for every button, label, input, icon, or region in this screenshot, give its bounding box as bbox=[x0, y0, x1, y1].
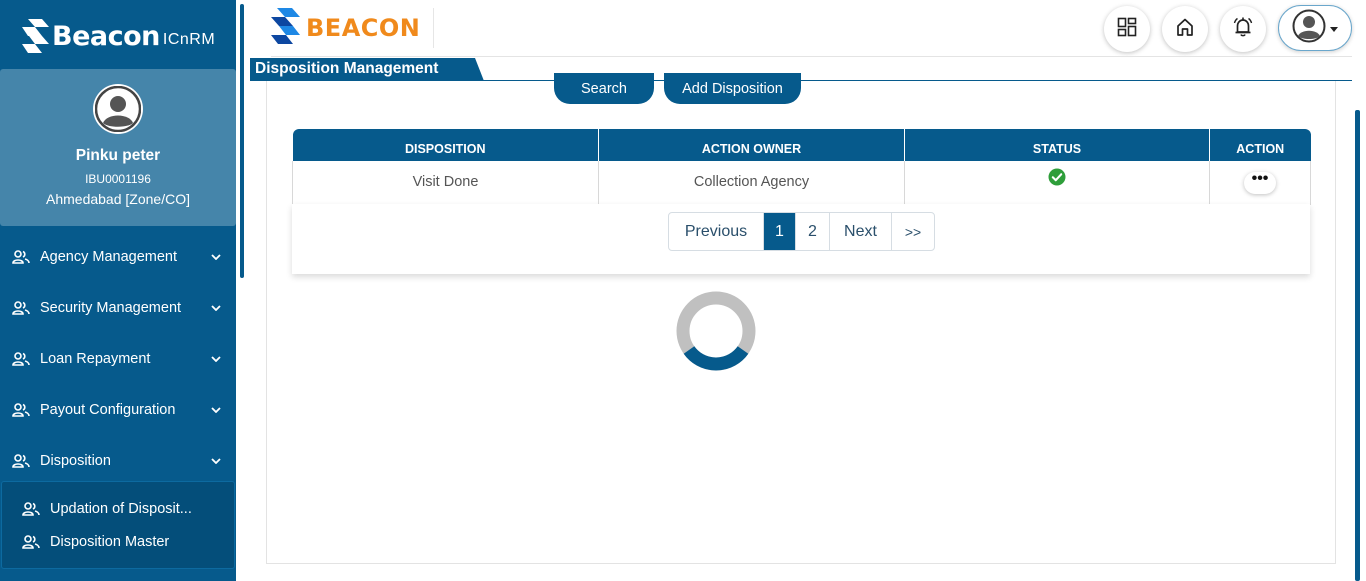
home-icon bbox=[1175, 17, 1195, 42]
header-logo[interactable]: BEACON bbox=[271, 7, 421, 49]
sidebar-item-label: Loan Repayment bbox=[40, 350, 151, 367]
sidebar-item-loan-repayment[interactable]: Loan Repayment bbox=[0, 333, 236, 384]
sidebar-nav: Agency Management Security Management Lo… bbox=[0, 231, 236, 486]
sidebar-item-label: Agency Management bbox=[40, 248, 178, 265]
pagination: Previous 1 2 Next >> bbox=[668, 212, 935, 251]
sidebar-item-label: Payout Configuration bbox=[40, 401, 176, 418]
sidebar-subitem-label: Updation of Disposit... bbox=[50, 500, 192, 517]
users-icon bbox=[12, 453, 30, 469]
notifications-button[interactable] bbox=[1220, 6, 1266, 52]
user-avatar-icon bbox=[95, 86, 141, 132]
brand-name: Beacon bbox=[52, 20, 160, 52]
page-title: Disposition Management bbox=[250, 58, 484, 81]
header-divider bbox=[433, 8, 434, 48]
sidebar-item-security-management[interactable]: Security Management bbox=[0, 282, 236, 333]
logo-text: BEACON bbox=[306, 14, 421, 42]
users-icon bbox=[22, 501, 40, 517]
sidebar-item-label: Disposition bbox=[40, 452, 111, 469]
search-button[interactable]: Search bbox=[554, 73, 654, 104]
pagination-next[interactable]: Next bbox=[829, 213, 891, 250]
sidebar-item-payout-configuration[interactable]: Payout Configuration bbox=[0, 384, 236, 435]
chevron-down-icon bbox=[210, 304, 222, 311]
spinner-icon bbox=[676, 291, 756, 371]
dashboard-icon bbox=[1117, 17, 1137, 42]
dashboard-button[interactable] bbox=[1104, 6, 1150, 52]
main-scrollbar[interactable] bbox=[1355, 110, 1360, 581]
users-icon bbox=[12, 300, 30, 316]
users-icon bbox=[12, 351, 30, 367]
sidebar-subitem-label: Disposition Master bbox=[50, 533, 170, 550]
sidebar-subitem-updation-of-disposition[interactable]: Updation of Disposit... bbox=[2, 492, 234, 525]
more-actions-button[interactable]: ••• bbox=[1244, 170, 1276, 194]
user-name: Pinku peter bbox=[75, 147, 161, 164]
pagination-page-2[interactable]: 2 bbox=[795, 213, 829, 250]
pagination-previous[interactable]: Previous bbox=[669, 213, 763, 250]
users-icon bbox=[12, 249, 30, 265]
users-icon bbox=[12, 402, 30, 418]
column-header-action-owner[interactable]: ACTION OWNER bbox=[598, 129, 905, 161]
beacon-logo-icon bbox=[22, 19, 50, 53]
sidebar: Beacon ICnRM Pinku peter IBU0001196 Ahme… bbox=[0, 0, 236, 581]
column-header-status[interactable]: STATUS bbox=[904, 129, 1210, 161]
disposition-submenu: Updation of Disposit... Disposition Mast… bbox=[1, 481, 235, 569]
sidebar-item-disposition[interactable]: Disposition bbox=[0, 435, 236, 486]
home-button[interactable] bbox=[1162, 6, 1208, 52]
chevron-down-icon bbox=[210, 253, 222, 260]
sidebar-brand[interactable]: Beacon ICnRM bbox=[22, 16, 215, 56]
chevron-down-icon bbox=[210, 457, 222, 464]
sidebar-scrollbar[interactable] bbox=[240, 4, 244, 278]
pagination-last[interactable]: >> bbox=[891, 213, 934, 250]
table-row: Visit Done Collection Agency ••• bbox=[292, 161, 1311, 205]
user-avatar-icon bbox=[1292, 9, 1326, 48]
brand-subtitle: ICnRM bbox=[162, 31, 216, 48]
sidebar-item-label: Security Management bbox=[40, 299, 182, 316]
sidebar-item-agency-management[interactable]: Agency Management bbox=[0, 231, 236, 282]
column-header-action[interactable]: ACTION bbox=[1209, 129, 1311, 161]
chevron-down-icon bbox=[210, 355, 222, 362]
chevron-down-icon bbox=[210, 406, 222, 413]
header-divider-line bbox=[271, 56, 1352, 57]
beacon-logo-icon bbox=[271, 7, 301, 49]
add-disposition-button[interactable]: Add Disposition bbox=[664, 73, 801, 104]
cell-status bbox=[904, 161, 1210, 205]
cell-disposition: Visit Done bbox=[292, 161, 599, 205]
column-header-disposition[interactable]: DISPOSITION bbox=[292, 129, 599, 161]
check-circle-icon bbox=[1048, 168, 1066, 190]
pagination-page-1[interactable]: 1 bbox=[763, 213, 795, 250]
user-id: IBU0001196 bbox=[85, 172, 151, 186]
user-profile-card: Pinku peter IBU0001196 Ahmedabad [Zone/C… bbox=[0, 69, 236, 226]
avatar bbox=[93, 84, 143, 134]
loading-spinner bbox=[676, 291, 756, 376]
caret-down-icon bbox=[1330, 19, 1338, 37]
sidebar-subitem-disposition-master[interactable]: Disposition Master bbox=[2, 525, 234, 558]
users-icon bbox=[22, 534, 40, 550]
user-location: Ahmedabad [Zone/CO] bbox=[46, 191, 190, 207]
cell-action: ••• bbox=[1209, 161, 1311, 205]
cell-action-owner: Collection Agency bbox=[598, 161, 905, 205]
disposition-table: DISPOSITION ACTION OWNER STATUS ACTION V… bbox=[292, 129, 1311, 205]
user-menu-button[interactable] bbox=[1278, 5, 1352, 51]
bell-icon bbox=[1232, 16, 1254, 43]
